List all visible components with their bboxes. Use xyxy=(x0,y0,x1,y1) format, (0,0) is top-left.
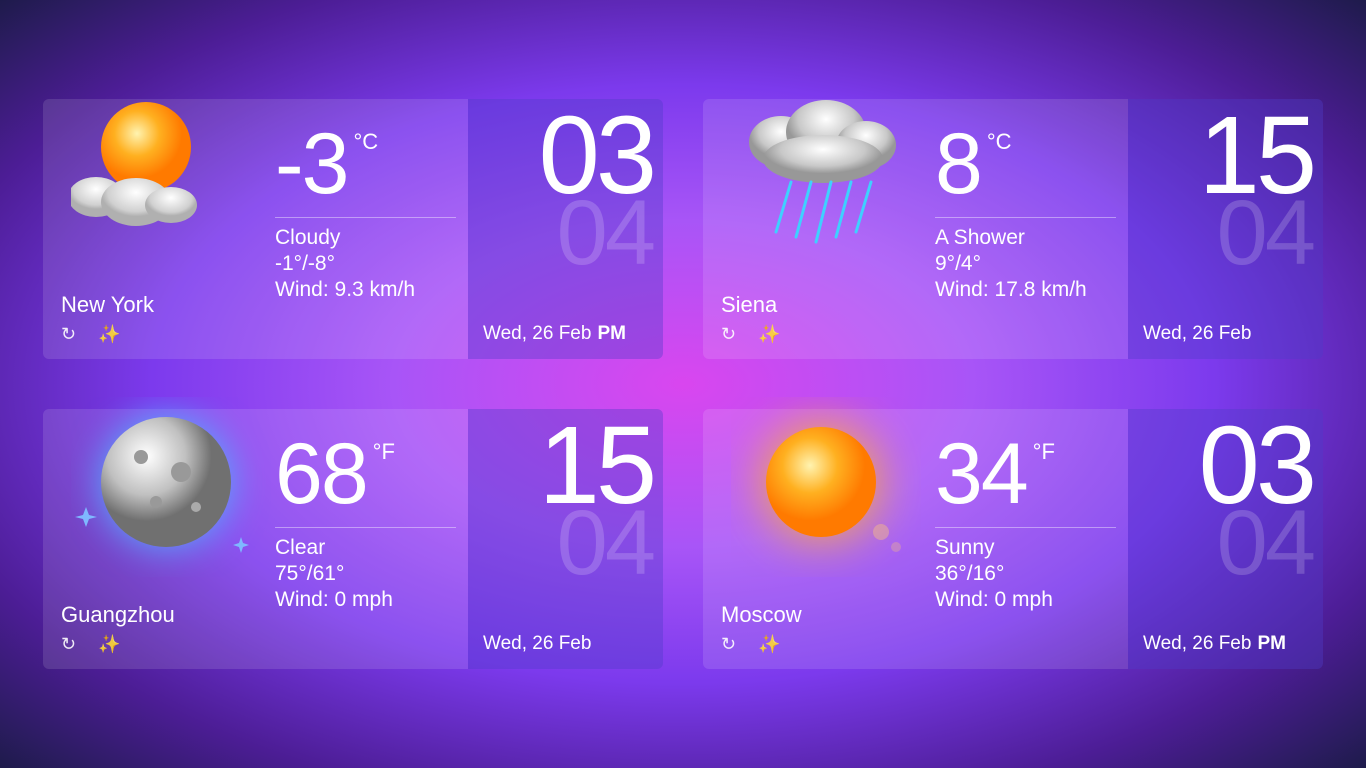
city-name: Moscow xyxy=(721,602,905,628)
temp-range: 75°/61° xyxy=(275,562,456,586)
widget-left-panel: Moscow ↻ ✨ xyxy=(703,409,923,669)
temperature-unit: °F xyxy=(1033,439,1055,465)
wind-label: Wind: 9.3 km/h xyxy=(275,278,456,302)
weather-icon xyxy=(61,117,245,292)
wand-icon[interactable]: ✨ xyxy=(98,634,120,655)
condition-label: Sunny xyxy=(935,536,1116,560)
condition-label: Cloudy xyxy=(275,226,456,250)
wand-icon[interactable]: ✨ xyxy=(98,324,120,345)
weather-widget[interactable]: New York ↻ ✨ -3 °C Cloudy -1°/-8° Wind: … xyxy=(43,99,663,359)
temp-range: 36°/16° xyxy=(935,562,1116,586)
divider xyxy=(935,527,1116,528)
wind-label: Wind: 17.8 km/h xyxy=(935,278,1116,302)
temp-range: 9°/4° xyxy=(935,252,1116,276)
refresh-icon[interactable]: ↻ xyxy=(61,324,76,345)
widget-left-panel: Siena ↻ ✨ xyxy=(703,99,923,359)
refresh-icon[interactable]: ↻ xyxy=(721,324,736,345)
temperature-value: -3 xyxy=(275,121,347,207)
wind-label: Wind: 0 mph xyxy=(935,588,1116,612)
ampm-label: PM xyxy=(1257,633,1286,654)
temperature-unit: °C xyxy=(353,129,378,155)
weather-widget[interactable]: Moscow ↻ ✨ 34 °F Sunny 36°/16° Wind: 0 m… xyxy=(703,409,1323,669)
weather-icon xyxy=(721,427,905,602)
refresh-icon[interactable]: ↻ xyxy=(721,634,736,655)
date-label: Wed, 26 FebPM xyxy=(1143,633,1313,655)
widget-right-panel: 03 04 Wed, 26 FebPM xyxy=(1128,409,1323,669)
time-ghost: 04 xyxy=(1143,507,1313,581)
divider xyxy=(275,217,456,218)
weather-widget[interactable]: Siena ↻ ✨ 8 °C A Shower 9°/4° Wind: 17.8… xyxy=(703,99,1323,359)
temperature-value: 68 xyxy=(275,431,367,517)
wand-icon[interactable]: ✨ xyxy=(758,324,780,345)
time-ghost: 04 xyxy=(483,507,653,581)
widget-left-panel: Guangzhou ↻ ✨ xyxy=(43,409,263,669)
condition-label: Clear xyxy=(275,536,456,560)
city-name: New York xyxy=(61,292,245,318)
time-ghost: 04 xyxy=(483,197,653,271)
weather-icon xyxy=(721,117,905,292)
widget-right-panel: 15 04 Wed, 26 Feb xyxy=(468,409,663,669)
widget-right-panel: 15 04 Wed, 26 Feb xyxy=(1128,99,1323,359)
wand-icon[interactable]: ✨ xyxy=(758,634,780,655)
weather-widget[interactable]: Guangzhou ↻ ✨ 68 °F Clear 75°/61° Wind: … xyxy=(43,409,663,669)
refresh-icon[interactable]: ↻ xyxy=(61,634,76,655)
widget-right-panel: 03 04 Wed, 26 FebPM xyxy=(468,99,663,359)
date-label: Wed, 26 Feb xyxy=(1143,323,1313,345)
condition-label: A Shower xyxy=(935,226,1116,250)
temp-range: -1°/-8° xyxy=(275,252,456,276)
divider xyxy=(935,217,1116,218)
widget-left-panel: New York ↻ ✨ xyxy=(43,99,263,359)
weather-icon xyxy=(61,427,245,602)
widget-mid-panel: 34 °F Sunny 36°/16° Wind: 0 mph xyxy=(923,409,1128,669)
widget-mid-panel: 8 °C A Shower 9°/4° Wind: 17.8 km/h xyxy=(923,99,1128,359)
wind-label: Wind: 0 mph xyxy=(275,588,456,612)
temperature-value: 34 xyxy=(935,431,1027,517)
temperature-unit: °C xyxy=(987,129,1012,155)
widget-mid-panel: -3 °C Cloudy -1°/-8° Wind: 9.3 km/h xyxy=(263,99,468,359)
widget-mid-panel: 68 °F Clear 75°/61° Wind: 0 mph xyxy=(263,409,468,669)
date-label: Wed, 26 Feb xyxy=(483,633,653,655)
city-name: Siena xyxy=(721,292,905,318)
temperature-unit: °F xyxy=(373,439,395,465)
city-name: Guangzhou xyxy=(61,602,245,628)
time-ghost: 04 xyxy=(1143,197,1313,271)
date-label: Wed, 26 FebPM xyxy=(483,323,653,345)
temperature-value: 8 xyxy=(935,121,981,207)
divider xyxy=(275,527,456,528)
ampm-label: PM xyxy=(597,323,626,344)
